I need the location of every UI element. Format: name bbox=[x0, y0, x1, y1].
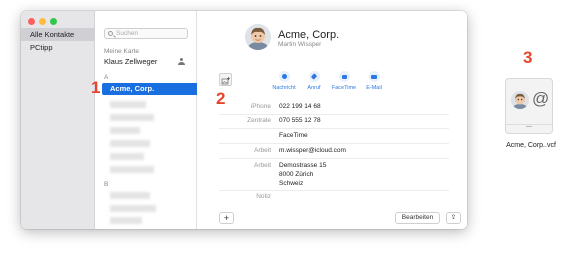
list-item-my-card[interactable]: Klaus Zellweger bbox=[104, 56, 197, 68]
field-label-note: Notiz bbox=[256, 193, 271, 200]
file-name[interactable]: Acme, Corp..vcf bbox=[499, 142, 563, 149]
contact-subtitle: Martin Wissper bbox=[278, 41, 322, 48]
annotation-marker-1: 1 bbox=[91, 78, 101, 97]
file-avatar bbox=[511, 91, 529, 109]
call-label: Anruf bbox=[307, 85, 321, 91]
annotation-marker-2: 2 bbox=[216, 89, 226, 108]
list-item[interactable] bbox=[110, 217, 142, 224]
edit-button[interactable]: Bearbeiten bbox=[395, 212, 440, 224]
phone-icon bbox=[308, 71, 320, 82]
list-item[interactable] bbox=[110, 166, 154, 173]
list-item[interactable] bbox=[110, 205, 156, 212]
at-sign-icon: @ bbox=[532, 89, 550, 108]
list-item[interactable] bbox=[110, 127, 140, 134]
field-label-email: Arbeit bbox=[254, 147, 271, 154]
my-card-name: Klaus Zellweger bbox=[104, 57, 158, 66]
zoom-button[interactable] bbox=[50, 18, 57, 25]
message-action[interactable]: Nachricht bbox=[269, 71, 299, 91]
sidebar: Alle Kontakte PCtipp bbox=[21, 11, 95, 229]
share-icon: ⇪ bbox=[450, 214, 457, 221]
contact-list: Suchen Meine Karte Klaus Zellweger A Acm… bbox=[96, 11, 197, 229]
field-value-email[interactable]: m.wissper@icloud.com bbox=[279, 146, 346, 155]
divider bbox=[219, 158, 449, 159]
list-item[interactable] bbox=[110, 192, 150, 199]
email-label: E-Mail bbox=[366, 85, 382, 91]
search-input[interactable]: Suchen bbox=[104, 28, 188, 39]
field-value-facetime[interactable]: FaceTime bbox=[279, 131, 308, 140]
field-value-iphone[interactable]: 022 199 14 68 bbox=[279, 102, 321, 111]
facetime-action[interactable]: FaceTime bbox=[329, 71, 359, 91]
field-value-zentrale[interactable]: 070 555 12 78 bbox=[279, 116, 321, 125]
contacts-window: Alle Kontakte PCtipp Suchen Meine Karte … bbox=[21, 11, 467, 229]
email-action[interactable]: E-Mail bbox=[359, 71, 389, 91]
list-item[interactable] bbox=[110, 153, 144, 160]
message-label: Nachricht bbox=[272, 85, 296, 91]
field-value-address-line3[interactable]: Schweiz bbox=[279, 179, 303, 188]
field-value-address-line1[interactable]: Demostrasse 15 bbox=[279, 161, 326, 170]
field-label-iphone: iPhone bbox=[250, 103, 271, 110]
add-button[interactable]: + bbox=[219, 212, 234, 224]
annotation-marker-3: 3 bbox=[523, 48, 533, 67]
field-value-address-line2[interactable]: 8000 Zürich bbox=[279, 170, 313, 179]
facetime-label: FaceTime bbox=[331, 85, 357, 91]
field-label-zentrale: Zentrale bbox=[247, 117, 271, 124]
my-card-header: Meine Karte bbox=[104, 48, 140, 55]
vcard-file-icon[interactable]: @ bbox=[505, 78, 553, 134]
search-icon bbox=[108, 31, 113, 36]
sidebar-item-alle-kontakte[interactable]: Alle Kontakte bbox=[21, 28, 95, 41]
list-item[interactable] bbox=[110, 140, 150, 147]
list-item[interactable] bbox=[110, 101, 146, 108]
contact-detail: Acme, Corp. Martin Wissper Nachricht Anr… bbox=[197, 11, 467, 229]
message-icon bbox=[278, 71, 290, 82]
window-controls bbox=[28, 18, 57, 25]
section-header-a: A bbox=[104, 74, 109, 81]
divider bbox=[219, 190, 449, 191]
divider bbox=[219, 128, 449, 129]
image-icon bbox=[221, 77, 230, 85]
share-button[interactable]: ⇪ bbox=[446, 212, 461, 224]
add-photo-button[interactable] bbox=[219, 73, 232, 86]
close-button[interactable] bbox=[28, 18, 35, 25]
file-tab bbox=[526, 126, 532, 131]
video-camera-icon bbox=[338, 71, 350, 82]
contact-name: Acme, Corp. bbox=[278, 29, 340, 41]
minimize-button[interactable] bbox=[39, 18, 46, 25]
file-divider bbox=[506, 124, 552, 125]
divider bbox=[219, 143, 449, 144]
person-icon bbox=[178, 58, 185, 66]
section-header-b: B bbox=[104, 181, 109, 188]
divider bbox=[219, 114, 449, 115]
call-action[interactable]: Anruf bbox=[299, 71, 329, 91]
search-placeholder: Suchen bbox=[116, 30, 139, 37]
sidebar-item-pctipp[interactable]: PCtipp bbox=[21, 41, 95, 54]
field-label-address: Arbeit bbox=[254, 162, 271, 169]
action-bar: Nachricht Anruf FaceTime E-Mail bbox=[269, 71, 389, 91]
list-item-selected[interactable]: Acme, Corp. bbox=[102, 83, 197, 95]
avatar bbox=[245, 24, 271, 50]
envelope-icon bbox=[368, 71, 380, 82]
list-item[interactable] bbox=[110, 114, 154, 121]
